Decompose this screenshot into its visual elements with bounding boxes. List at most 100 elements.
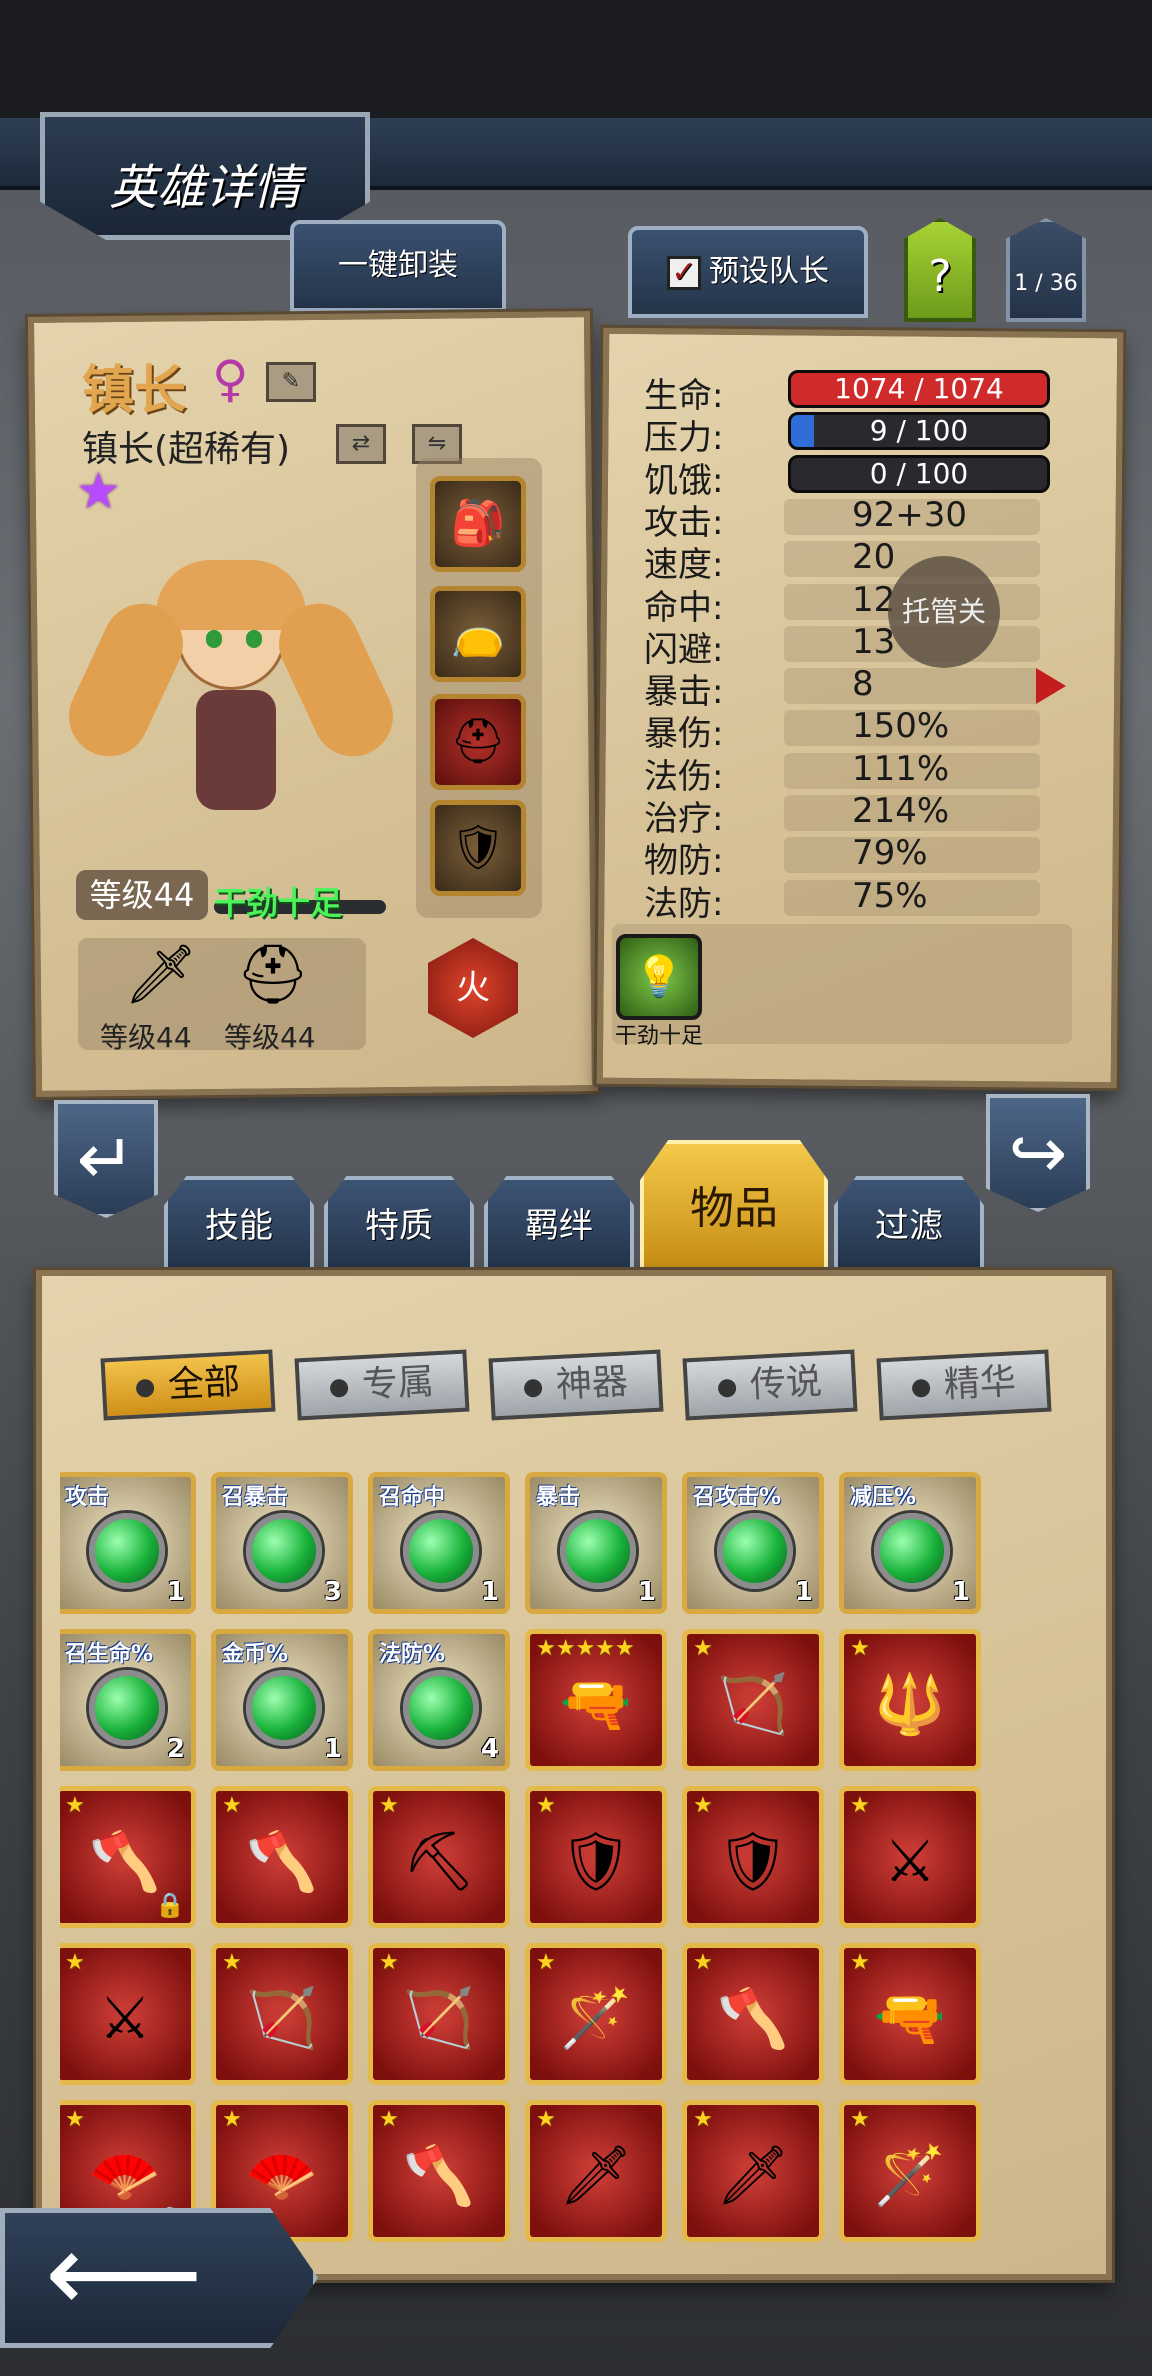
equip-slot-bag[interactable]: 🎒 bbox=[430, 476, 526, 572]
filter-1[interactable]: 专属 bbox=[294, 1349, 470, 1421]
next-hero-button[interactable]: ↪ bbox=[986, 1094, 1090, 1212]
item-slot[interactable]: ★ 🗡 bbox=[682, 2100, 824, 2242]
filter-label: 精华 bbox=[942, 1361, 1017, 1407]
equip-slot-shield[interactable]: 🛡 bbox=[430, 800, 526, 896]
tab-2[interactable]: 羁绊 bbox=[484, 1176, 634, 1274]
prev-hero-button[interactable]: ↵ bbox=[54, 1100, 158, 1218]
item-grid: 攻击 1 召暴击 3 召命中 1 暴击 1 召攻击% 1 减压% 1 召生命% 2 金币% 1 法防% 4 ★★★★… bbox=[60, 1440, 1080, 2260]
stat-value: 79% bbox=[852, 833, 928, 874]
item-slot[interactable]: ★★★★★ 🔫 bbox=[525, 1629, 667, 1771]
item-slot[interactable]: ★ 🛡 bbox=[525, 1786, 667, 1928]
item-stars: ★ bbox=[850, 1950, 870, 1975]
hero-name: 镇长 bbox=[82, 361, 187, 421]
stat-row: 法伤: 111% bbox=[644, 749, 1054, 797]
axe-icon: 🪓 bbox=[402, 2141, 476, 2209]
crossed-blades-icon: ⚔ bbox=[884, 1827, 936, 1895]
item-slot[interactable]: ★ 🏹 bbox=[682, 1629, 824, 1771]
unequip-all-button[interactable]: 一键卸装 bbox=[290, 220, 506, 312]
filter-4[interactable]: 精华 bbox=[876, 1349, 1052, 1421]
rune-gem-icon bbox=[874, 1513, 950, 1589]
item-stars: ★ bbox=[222, 1950, 242, 1975]
preset-leader-checkbox[interactable]: ✓ bbox=[667, 255, 701, 290]
fan-icon: 🪭 bbox=[245, 2141, 319, 2209]
stat-row: 法防: 75% bbox=[644, 876, 1054, 924]
item-slot[interactable]: 减压% 1 bbox=[839, 1472, 981, 1614]
rune-gem-icon bbox=[403, 1513, 479, 1589]
armor-level: 等级44 bbox=[224, 1021, 316, 1054]
item-slot[interactable]: 召暴击 3 bbox=[211, 1472, 353, 1614]
lock-icon: 🔒 bbox=[155, 1891, 185, 1919]
fire-staff-icon: 🔱 bbox=[873, 1670, 947, 1738]
tab-0[interactable]: 技能 bbox=[164, 1176, 314, 1274]
filter-label: 神器 bbox=[554, 1361, 629, 1407]
item-slot[interactable]: ★ 🪄 bbox=[839, 2100, 981, 2242]
item-slot[interactable]: ★ 🪓 bbox=[368, 2100, 510, 2242]
swap-icon: ⇄ bbox=[351, 431, 371, 456]
item-stars: ★ bbox=[222, 2107, 242, 2132]
item-slot[interactable]: ★ 🏹 bbox=[211, 1943, 353, 2085]
mood-status: 干劲十足 bbox=[214, 884, 343, 922]
crossbow-icon: 🏹 bbox=[402, 1984, 476, 2052]
item-slot[interactable]: 金币% 1 bbox=[211, 1629, 353, 1771]
item-slot[interactable]: 攻击 1 bbox=[60, 1472, 196, 1614]
item-stars: ★ bbox=[693, 2107, 713, 2132]
back-button[interactable]: ⟵ bbox=[0, 2208, 318, 2348]
item-label: 召攻击% bbox=[693, 1485, 782, 1510]
preset-leader-toggle[interactable]: ✓ 预设队长 bbox=[628, 226, 868, 318]
item-slot[interactable]: 召命中 1 bbox=[368, 1472, 510, 1614]
battle-axe-icon: 🪓 bbox=[716, 1984, 790, 2052]
swap-class-button[interactable]: ⇄ bbox=[336, 424, 386, 464]
rune-gem-icon bbox=[403, 1670, 479, 1746]
item-slot[interactable]: ★ ⛏ bbox=[368, 1786, 510, 1928]
item-slot[interactable]: ★ 🪓 bbox=[211, 1786, 353, 1928]
item-slot[interactable]: ★ 🛡 bbox=[682, 1786, 824, 1928]
equip-slot-pouch[interactable]: 👝 bbox=[430, 586, 526, 682]
next-stats-arrow-icon[interactable] bbox=[1036, 668, 1066, 704]
stat-row: 压力: 9 / 100 bbox=[644, 410, 1054, 458]
filter-3[interactable]: 传说 bbox=[682, 1349, 858, 1421]
filter-0[interactable]: 全部 bbox=[100, 1349, 276, 1421]
trait-icon[interactable]: 💡 bbox=[616, 934, 702, 1020]
rune-gem-icon bbox=[89, 1670, 165, 1746]
rename-button[interactable]: ✎ bbox=[266, 362, 316, 402]
item-stars: ★ bbox=[65, 2107, 85, 2132]
stat-bar-fill bbox=[791, 415, 815, 448]
item-slot[interactable]: 法防% 4 bbox=[368, 1629, 510, 1771]
stat-row: 物防: 79% bbox=[644, 833, 1054, 881]
item-slot[interactable]: 暴击 1 bbox=[525, 1472, 667, 1614]
item-slot[interactable]: ★ 🏹 bbox=[368, 1943, 510, 2085]
item-slot[interactable]: ★ 🔫 bbox=[839, 1943, 981, 2085]
help-button[interactable]: ? bbox=[904, 218, 976, 322]
item-slot[interactable]: ★ 🪄 bbox=[525, 1943, 667, 2085]
filter-2[interactable]: 神器 bbox=[488, 1349, 664, 1421]
tab-4[interactable]: 过滤 bbox=[834, 1176, 984, 1274]
item-slot[interactable]: ★ ⚔ bbox=[60, 1943, 196, 2085]
item-slot[interactable]: 召生命% 2 bbox=[60, 1629, 196, 1771]
stat-row: 饥饿: 0 / 100 bbox=[644, 453, 1054, 501]
item-count: 1 bbox=[637, 1577, 656, 1607]
item-slot[interactable]: 召攻击% 1 bbox=[682, 1472, 824, 1614]
wand-icon: 🪄 bbox=[559, 1984, 633, 2052]
filter-label: 传说 bbox=[748, 1361, 823, 1407]
item-slot[interactable]: ★ ⚔ bbox=[839, 1786, 981, 1928]
auto-toggle-button[interactable]: 托管关 bbox=[888, 556, 1000, 668]
helmet-gear-icon[interactable]: ⛑ bbox=[236, 940, 310, 1009]
item-label: 法防% bbox=[379, 1642, 446, 1667]
hero-portrait[interactable] bbox=[55, 540, 407, 840]
item-slot[interactable]: ★ 🔱 bbox=[839, 1629, 981, 1771]
spear-icon: 🗡 bbox=[716, 2141, 790, 2209]
stat-value: 13 bbox=[852, 621, 896, 662]
tab-3[interactable]: 物品 bbox=[640, 1140, 828, 1274]
radio-dot-icon bbox=[717, 1378, 737, 1398]
item-stars: ★ bbox=[65, 1793, 85, 1818]
shield-icon: 🛡 bbox=[716, 1827, 790, 1895]
equip-slot-helmet[interactable]: ⛑ bbox=[430, 694, 526, 790]
stat-row: 暴击: 8 bbox=[644, 664, 1054, 712]
item-slot[interactable]: ★ 🪓 🔒 bbox=[60, 1786, 196, 1928]
item-slot[interactable]: ★ 🗡 bbox=[525, 2100, 667, 2242]
item-slot[interactable]: ★ 🪓 bbox=[682, 1943, 824, 2085]
sword-icon[interactable]: 🗡 bbox=[124, 940, 198, 1009]
tab-1[interactable]: 特质 bbox=[324, 1176, 474, 1274]
item-stars: ★ bbox=[379, 2107, 399, 2132]
item-label: 减压% bbox=[850, 1485, 917, 1510]
